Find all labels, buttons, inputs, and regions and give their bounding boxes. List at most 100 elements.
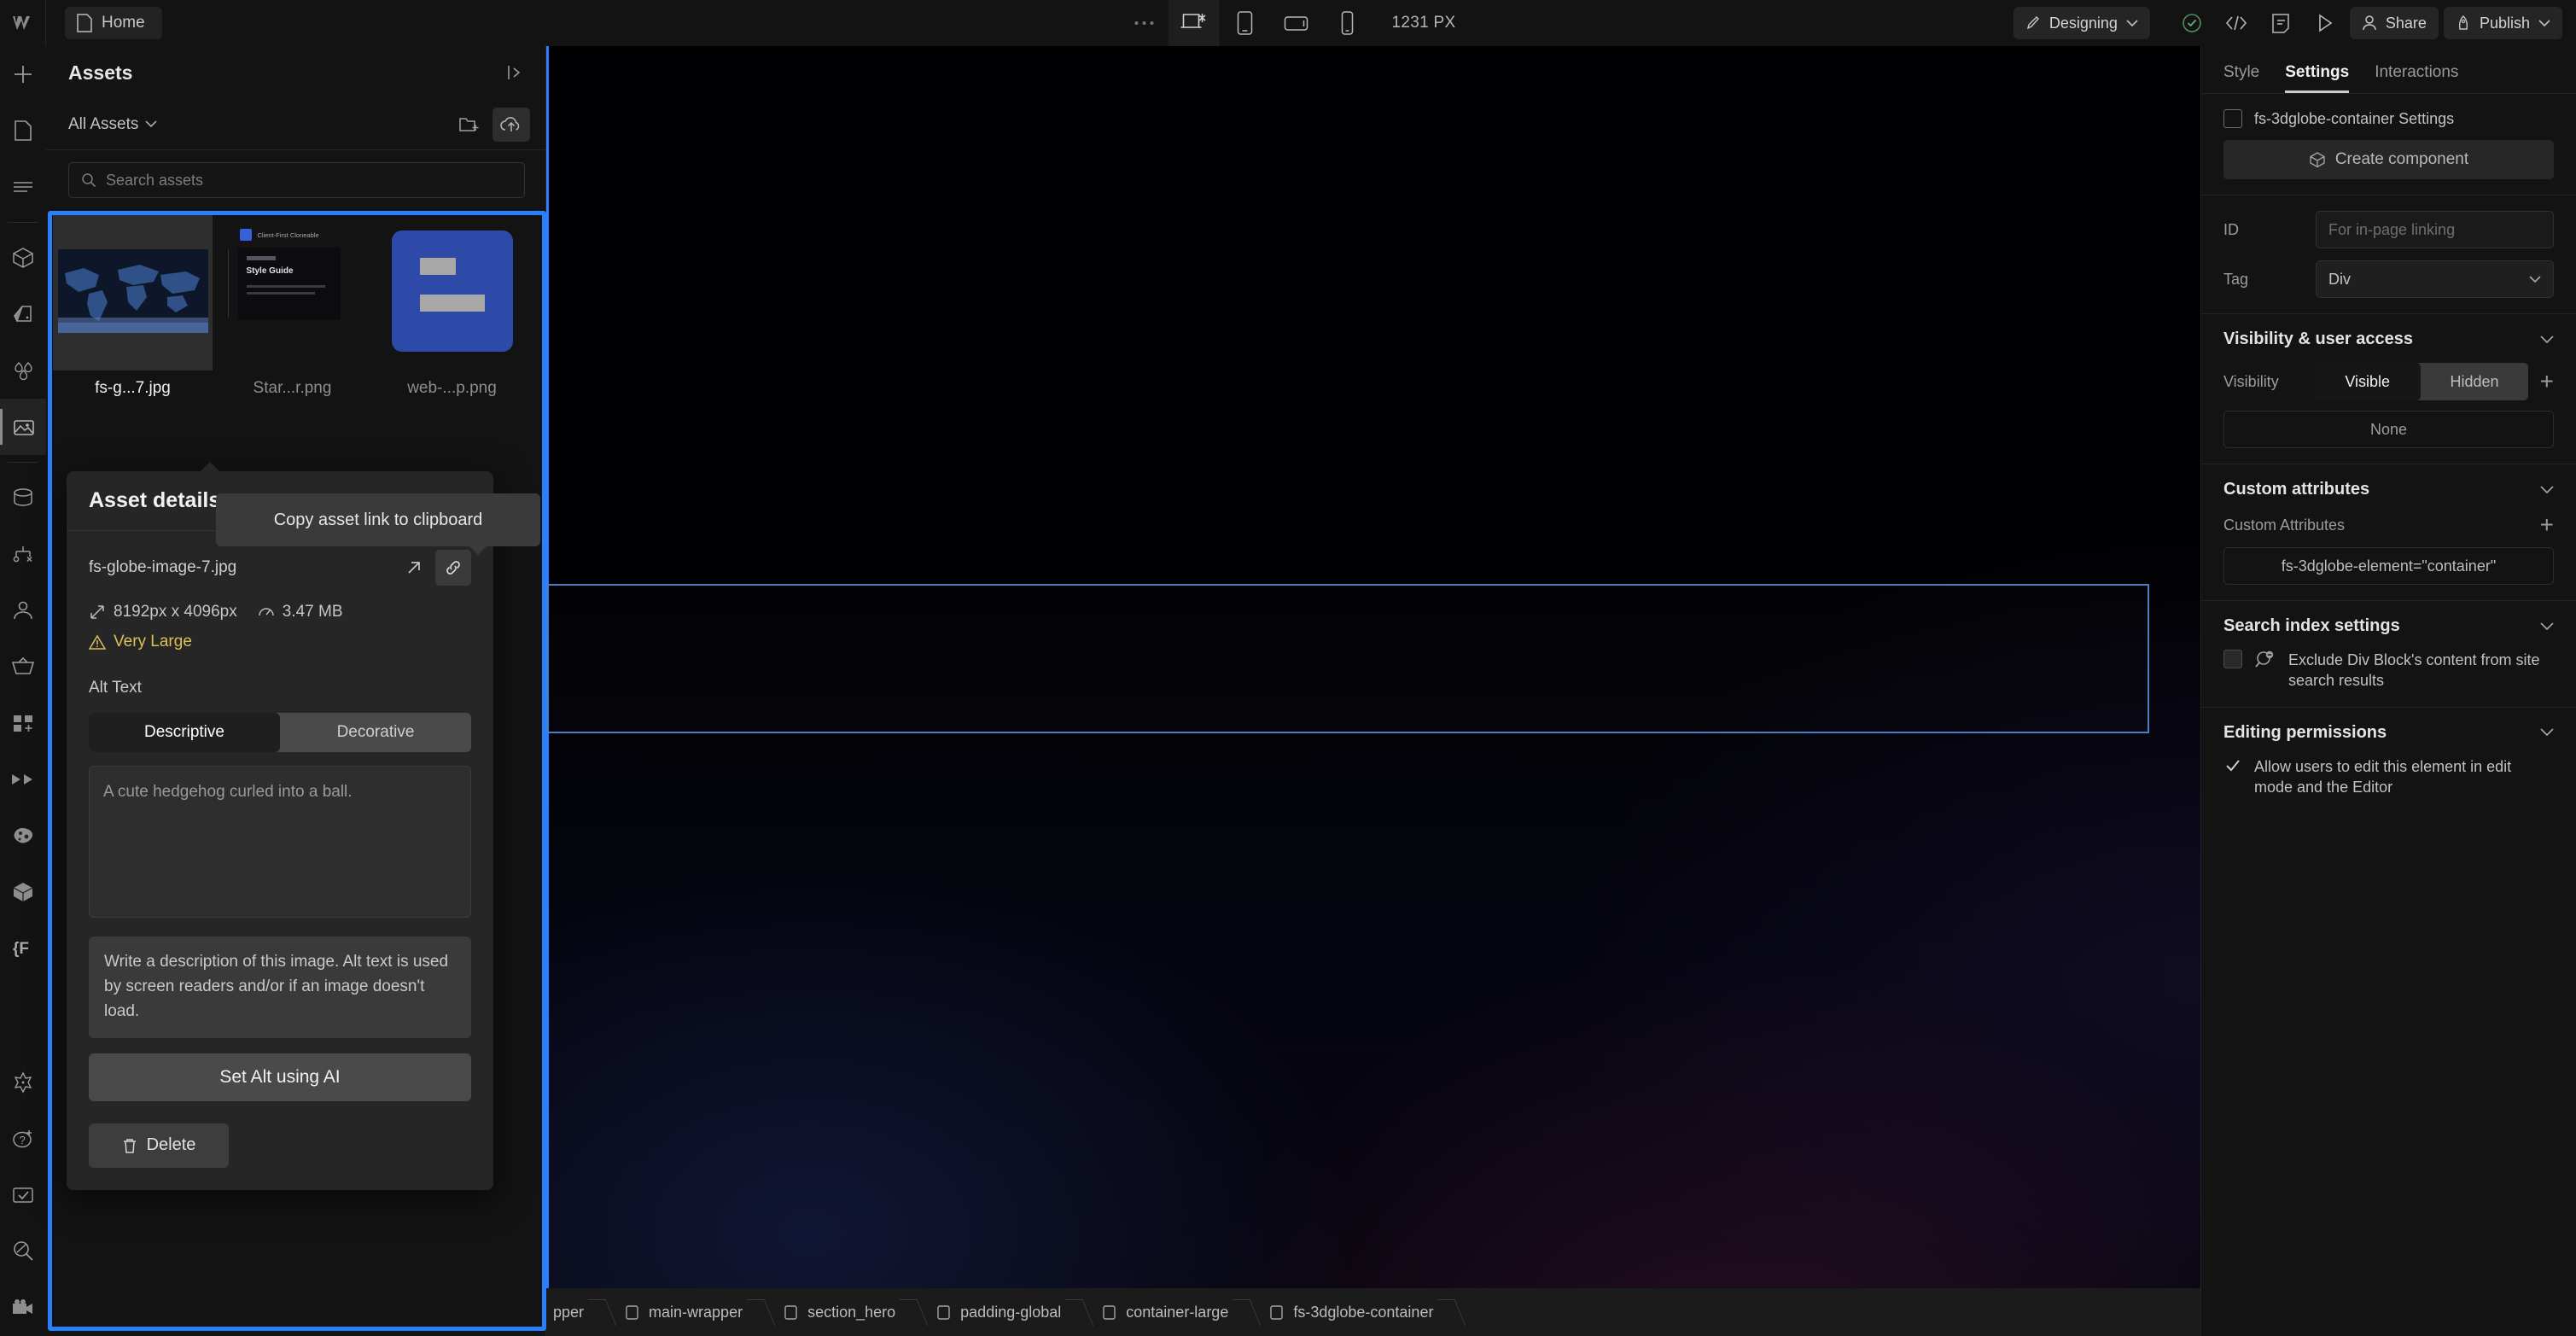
sidebar-item-interactions[interactable] <box>0 751 46 808</box>
preview-line <box>246 292 315 295</box>
sidebar-item-navigator[interactable] <box>0 159 46 215</box>
search-index-header[interactable]: Search index settings <box>2223 616 2554 636</box>
sidebar-item-effects[interactable] <box>0 808 46 864</box>
search-index-row[interactable]: Exclude Div Block's content from site se… <box>2223 650 2554 691</box>
sidebar-item-ecommerce[interactable] <box>0 639 46 695</box>
share-button[interactable]: Share <box>2349 7 2439 39</box>
custom-attribute-value[interactable]: fs-3dglobe-element="container" <box>2223 547 2554 585</box>
create-component-label: Create component <box>2334 150 2469 168</box>
sidebar-item-libraries[interactable] <box>0 864 46 920</box>
tag-label: Tag <box>2223 270 2249 288</box>
preview-rail <box>227 249 229 318</box>
chevron-down-icon[interactable] <box>2540 728 2554 737</box>
tab-settings[interactable]: Settings <box>2285 63 2349 93</box>
desktop-breakpoint[interactable] <box>1168 0 1220 46</box>
visibility-hidden-option[interactable]: Hidden <box>2421 363 2527 400</box>
play-icon[interactable] <box>2305 3 2345 43</box>
top-right-actions: Designing Share Publish <box>2013 0 2562 46</box>
chevron-down-icon[interactable] <box>2540 621 2554 631</box>
asset-tile-0[interactable]: fs-g...7.jpg <box>53 212 213 403</box>
exclude-from-search-checkbox[interactable] <box>2223 650 2242 668</box>
webflow-logo-icon[interactable] <box>0 0 46 46</box>
custom-attributes-header[interactable]: Custom attributes <box>2223 480 2554 499</box>
tab-style[interactable]: Style <box>2223 63 2259 93</box>
sidebar-item-help[interactable]: ? <box>0 1111 46 1167</box>
person-icon <box>2362 15 2377 32</box>
chevron-down-icon[interactable] <box>2540 335 2554 344</box>
design-canvas[interactable]: ainer <box>546 46 2200 1336</box>
tag-select[interactable]: Div <box>2316 260 2554 298</box>
sidebar-item-ai-assistant[interactable] <box>0 1054 46 1111</box>
element-settings-checkbox[interactable] <box>2223 109 2242 128</box>
sidebar-item-apps[interactable] <box>0 695 46 751</box>
mobile-portrait-breakpoint[interactable] <box>1322 0 1373 46</box>
asset-tile-2[interactable]: web-...p.png <box>372 212 532 403</box>
visibility-condition-value[interactable]: None <box>2223 411 2554 448</box>
tag-field-row: Tag Div <box>2223 260 2554 298</box>
chevron-down-icon[interactable] <box>2540 485 2554 494</box>
sidebar-item-cms[interactable] <box>0 470 46 526</box>
chevron-down-icon <box>145 120 157 128</box>
folder-plus-icon[interactable] <box>450 108 487 142</box>
sidebar-item-code-embed[interactable]: {F <box>0 920 46 977</box>
page-icon <box>77 14 92 32</box>
checkmark-icon[interactable] <box>2223 756 2242 775</box>
code-brackets-icon[interactable] <box>2217 3 2256 43</box>
asset-tile-1[interactable]: Client-First Cloneable Style Guide Star.… <box>213 212 372 403</box>
breadcrumb-item-1[interactable]: main-wrapper <box>603 1288 761 1336</box>
plus-icon[interactable]: + <box>2540 513 2554 537</box>
sidebar-item-components[interactable] <box>0 230 46 286</box>
tab-interactions[interactable]: Interactions <box>2375 63 2458 93</box>
alt-text-input[interactable]: A cute hedgehog curled into a ball. <box>89 766 471 918</box>
sidebar-item-variables[interactable] <box>0 342 46 399</box>
sidebar-item-pages[interactable] <box>0 102 46 159</box>
editing-permissions-header[interactable]: Editing permissions <box>2223 723 2554 743</box>
home-page-button[interactable]: Home <box>65 7 162 39</box>
sidebar-item-users[interactable] <box>0 582 46 639</box>
search-input[interactable]: Search assets <box>68 162 525 198</box>
sidebar-item-style-selectors[interactable] <box>0 286 46 342</box>
breadcrumb-item-5[interactable]: fs-3dglobe-container <box>1247 1288 1452 1336</box>
asset-file-actions <box>396 550 471 586</box>
sidebar-item-add-elements[interactable] <box>0 46 46 102</box>
alt-text-help: Write a description of this image. Alt t… <box>89 936 471 1038</box>
check-circle-icon[interactable] <box>2172 3 2212 43</box>
sidebar-item-logic[interactable] <box>0 526 46 582</box>
element-settings-row[interactable]: fs-3dglobe-container Settings <box>2223 109 2554 128</box>
id-input[interactable]: For in-page linking <box>2316 211 2554 248</box>
asset-file-row: fs-globe-image-7.jpg <box>89 550 471 586</box>
publish-button[interactable]: Publish <box>2443 7 2562 39</box>
alt-text-label: Alt Text <box>89 679 142 697</box>
selected-element-outline[interactable] <box>546 584 2149 733</box>
ellipsis-icon[interactable] <box>1121 21 1169 25</box>
mobile-landscape-breakpoint[interactable] <box>1271 0 1322 46</box>
breadcrumb-item-4[interactable]: container-large <box>1080 1288 1247 1336</box>
alt-mode-descriptive[interactable]: Descriptive <box>89 713 280 752</box>
tablet-breakpoint[interactable] <box>1220 0 1271 46</box>
preview-line <box>246 285 325 288</box>
external-link-icon[interactable] <box>396 550 432 586</box>
panel-collapse-icon[interactable] <box>506 64 525 81</box>
copy-link-icon[interactable] <box>435 550 471 586</box>
breadcrumb-item-2[interactable]: section_hero <box>761 1288 914 1336</box>
rocket-icon <box>2456 15 2471 32</box>
sidebar-item-site-search[interactable] <box>0 1223 46 1280</box>
audit-panel-icon[interactable] <box>2261 3 2300 43</box>
plus-icon[interactable]: + <box>2540 370 2554 394</box>
delete-asset-button[interactable]: Delete <box>89 1123 229 1168</box>
sidebar-item-forms[interactable] <box>0 1167 46 1223</box>
create-component-button[interactable]: Create component <box>2223 140 2554 179</box>
asset-filter-dropdown[interactable]: All Assets <box>68 115 157 134</box>
breadcrumb-item-0[interactable]: pper <box>546 1288 603 1336</box>
set-alt-using-ai-button[interactable]: Set Alt using AI <box>89 1053 471 1101</box>
mode-selector[interactable]: Designing <box>2013 7 2150 39</box>
sidebar-item-assets[interactable] <box>0 399 46 455</box>
cloud-upload-icon[interactable] <box>492 107 530 142</box>
sidebar-item-video-tutorials[interactable] <box>0 1280 46 1336</box>
visibility-section-header[interactable]: Visibility & user access <box>2223 330 2554 349</box>
breadcrumb-item-3[interactable]: padding-global <box>914 1288 1080 1336</box>
editing-permissions-row[interactable]: Allow users to edit this element in edit… <box>2223 756 2554 798</box>
breadcrumb: pper main-wrapper section_hero padding-g… <box>546 1288 2200 1336</box>
visibility-visible-option[interactable]: Visible <box>2314 363 2422 400</box>
alt-mode-decorative[interactable]: Decorative <box>280 713 471 752</box>
